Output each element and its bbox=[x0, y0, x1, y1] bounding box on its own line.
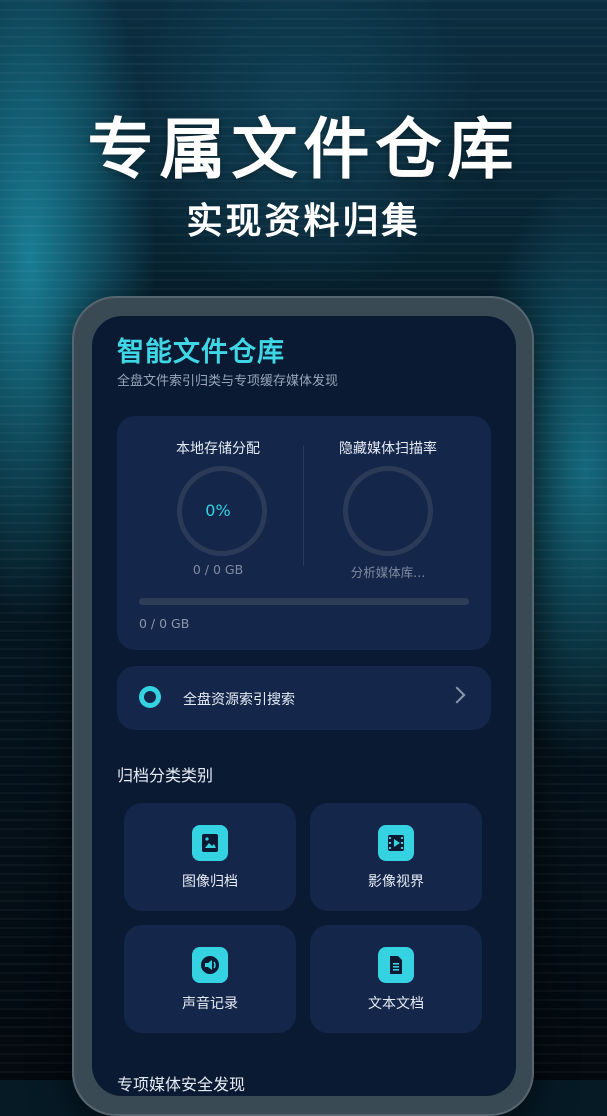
categories-title: 归档分类类别 bbox=[117, 766, 214, 785]
local-storage-usage: 0 / 0 GB bbox=[192, 562, 244, 577]
category-document-label: 文本文档 bbox=[368, 996, 424, 1012]
image-icon bbox=[192, 825, 228, 861]
category-document[interactable]: 文本文档 bbox=[310, 925, 482, 1033]
media-scan-ring bbox=[343, 466, 433, 556]
storage-progress-bar bbox=[139, 598, 469, 605]
media-scan-status: 分析媒体库... bbox=[350, 565, 426, 580]
media-security-title: 专项媒体安全发现 bbox=[117, 1075, 246, 1094]
category-video[interactable]: 影像视界 bbox=[310, 803, 482, 911]
local-storage-label: 本地存储分配 bbox=[176, 441, 260, 457]
category-video-label: 影像视界 bbox=[368, 874, 424, 890]
document-icon bbox=[378, 947, 414, 983]
category-image-label: 图像归档 bbox=[182, 874, 238, 890]
promo-subheadline: 实现资料归集 bbox=[186, 201, 421, 242]
app-subtitle: 全盘文件索引归类与专项缓存媒体发现 bbox=[117, 374, 339, 389]
promo-headline: 专属文件仓库 bbox=[87, 111, 520, 188]
category-audio-label: 声音记录 bbox=[182, 996, 238, 1012]
resource-search-button[interactable]: 全盘资源索引搜索 bbox=[117, 666, 491, 730]
storage-bar-caption: 0 / 0 GB bbox=[139, 616, 190, 631]
app-screen: 智能文件仓库 全盘文件索引归类与专项缓存媒体发现 本地存储分配 0% 0 / 0… bbox=[92, 316, 516, 1096]
audio-icon bbox=[192, 947, 228, 983]
category-audio[interactable]: 声音记录 bbox=[124, 925, 296, 1033]
category-image[interactable]: 图像归档 bbox=[124, 803, 296, 911]
app-title: 智能文件仓库 bbox=[117, 337, 285, 368]
search-icon bbox=[139, 686, 161, 708]
storage-card: 本地存储分配 0% 0 / 0 GB 隐藏媒体扫描率 分析媒体库... 0 / … bbox=[117, 416, 491, 650]
resource-search-label: 全盘资源索引搜索 bbox=[183, 692, 295, 708]
chevron-right-icon bbox=[448, 686, 466, 704]
divider bbox=[303, 446, 304, 566]
media-scan-label: 隐藏媒体扫描率 bbox=[339, 441, 437, 457]
video-icon bbox=[378, 825, 414, 861]
local-storage-percent: 0% bbox=[205, 501, 231, 520]
